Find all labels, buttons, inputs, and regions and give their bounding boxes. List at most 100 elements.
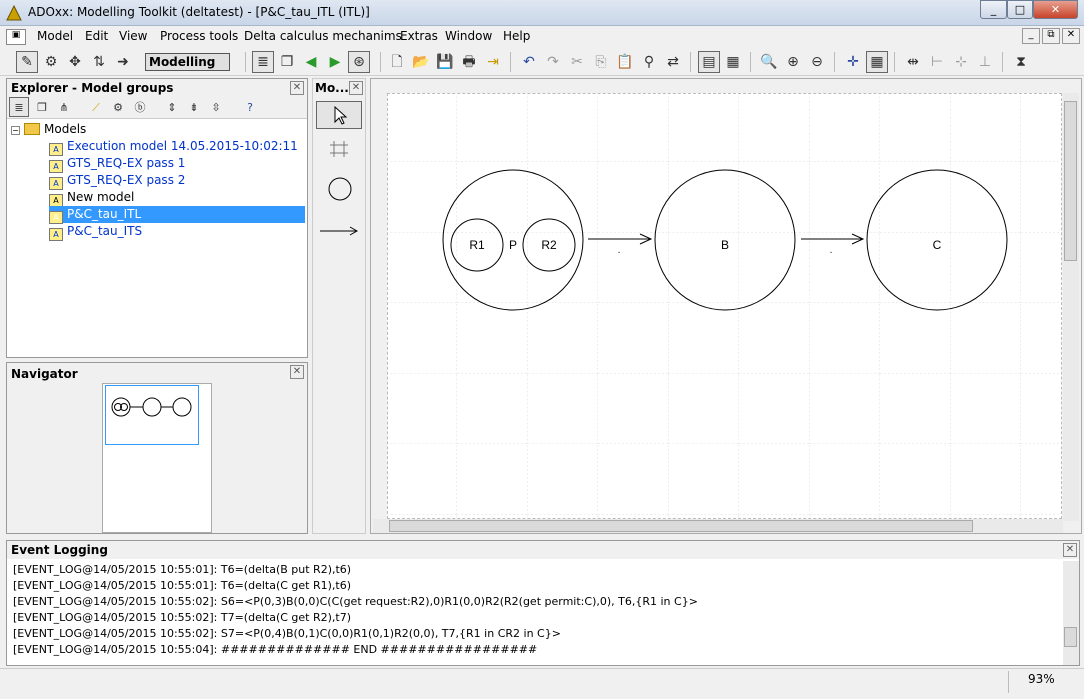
- open-folder-icon[interactable]: 📂: [410, 51, 432, 73]
- maximize-button[interactable]: □: [1007, 0, 1033, 19]
- edge-tool[interactable]: [316, 217, 362, 245]
- explorer-close-button[interactable]: ✕: [290, 81, 304, 95]
- graphic-view-icon[interactable]: ▤: [698, 51, 720, 73]
- grid-icon[interactable]: ▦: [866, 51, 888, 73]
- mdi-minimize-button[interactable]: _: [1022, 28, 1040, 44]
- copy-icon[interactable]: ⎘: [590, 51, 612, 73]
- menu-process-tools[interactable]: Process tools: [160, 29, 238, 43]
- mdi-close-button[interactable]: ✕: [1062, 28, 1080, 44]
- doc-icon[interactable]: ▣: [6, 29, 26, 45]
- tree-item-pc-tau-its[interactable]: A P&C_tau_ITS: [49, 223, 142, 241]
- log-line: [EVENT_LOG@14/05/2015 10:55:02]: S6=<P(0…: [13, 595, 698, 608]
- windows-view-icon[interactable]: ❐: [31, 97, 53, 119]
- horizontal-scrollbar[interactable]: [373, 519, 1063, 533]
- menu-view[interactable]: View: [119, 29, 147, 43]
- collapse-toggle-icon[interactable]: −: [11, 126, 20, 135]
- vertical-scroll-thumb[interactable]: [1064, 101, 1077, 261]
- align-horizontal-icon[interactable]: ⇹: [902, 51, 924, 73]
- zoom-out-icon[interactable]: ⊖: [806, 51, 828, 73]
- tree-item-pc-tau-itl[interactable]: A P&C_tau_ITL: [49, 206, 305, 224]
- menu-window[interactable]: Window: [445, 29, 492, 43]
- export-icon[interactable]: ⇥: [482, 51, 504, 73]
- folder-icon: [24, 123, 40, 135]
- find-icon[interactable]: ⚲: [638, 51, 660, 73]
- cut-icon[interactable]: ✂: [566, 51, 588, 73]
- edge-label: .: [830, 246, 833, 256]
- log-scroll-thumb[interactable]: [1064, 627, 1077, 647]
- modelling-palette: Mo... ✕: [312, 78, 366, 534]
- zoom-icon[interactable]: 🔍: [758, 51, 780, 73]
- model-icon: A: [49, 228, 63, 241]
- help-icon[interactable]: ?: [239, 97, 261, 119]
- mode-selector[interactable]: Modelling: [145, 53, 230, 71]
- log-line: [EVENT_LOG@14/05/2015 10:55:04]: #######…: [13, 643, 538, 656]
- paste-icon[interactable]: 📋: [614, 51, 636, 73]
- list-view-icon[interactable]: ≣: [9, 97, 29, 117]
- relations-icon[interactable]: ⟋: [85, 97, 107, 119]
- tree-view-icon[interactable]: ⋔: [53, 97, 75, 119]
- menu-help[interactable]: Help: [503, 29, 530, 43]
- align-center-icon[interactable]: ⊹: [950, 51, 972, 73]
- navigator-close-button[interactable]: ✕: [290, 365, 304, 379]
- circle-icon: [328, 177, 352, 201]
- analysis-icon[interactable]: ✥: [64, 51, 86, 73]
- modelling-mode-icon[interactable]: ✎: [16, 51, 38, 73]
- windows-icon[interactable]: ❐: [276, 51, 298, 73]
- mdi-restore-button[interactable]: ⧉: [1042, 28, 1060, 44]
- menu-model[interactable]: Model: [37, 29, 73, 43]
- edge-label: .: [618, 246, 621, 256]
- close-button[interactable]: ✕: [1033, 0, 1078, 19]
- forward-icon[interactable]: ▶: [324, 51, 346, 73]
- attributes-icon[interactable]: ⓑ: [129, 97, 151, 119]
- menu-delta-calculus[interactable]: Delta calculus mechanims: [244, 29, 402, 43]
- log-line: [EVENT_LOG@14/05/2015 10:55:02]: S7=<P(0…: [13, 627, 561, 640]
- import-icon[interactable]: ➜: [112, 51, 134, 73]
- hierarchy-icon[interactable]: ⇅: [88, 51, 110, 73]
- menu-edit[interactable]: Edit: [85, 29, 108, 43]
- event-log-close-button[interactable]: ✕: [1063, 543, 1077, 557]
- tree-item-gts-pass-1[interactable]: A GTS_REQ-EX pass 1: [49, 155, 185, 173]
- hourglass-icon[interactable]: ⧗: [1010, 51, 1032, 73]
- tree-item-gts-pass-2[interactable]: A GTS_REQ-EX pass 2: [49, 172, 185, 190]
- node-tool[interactable]: [316, 175, 362, 203]
- horizontal-scroll-thumb[interactable]: [389, 520, 973, 532]
- navigator-preview[interactable]: [102, 383, 212, 533]
- zoom-level: 93%: [1028, 672, 1055, 686]
- minimize-button[interactable]: _: [980, 0, 1007, 19]
- redo-icon[interactable]: ↷: [542, 51, 564, 73]
- vertical-scrollbar[interactable]: [1063, 93, 1079, 521]
- group-icon[interactable]: ⚙: [107, 97, 129, 119]
- node-r1-label: R1: [469, 238, 485, 252]
- sort-icon[interactable]: ⇳: [205, 97, 227, 119]
- align-left-icon[interactable]: ⊢: [926, 51, 948, 73]
- tree-root-label: Models: [44, 122, 87, 136]
- undo-icon[interactable]: ↶: [518, 51, 540, 73]
- back-icon[interactable]: ◀: [300, 51, 322, 73]
- navigate-icon[interactable]: ⊛: [348, 51, 370, 73]
- print-icon[interactable]: 🖶: [458, 51, 480, 73]
- collapse-icon[interactable]: ⇟: [183, 97, 205, 119]
- palette-close-button[interactable]: ✕: [349, 81, 363, 95]
- select-tool[interactable]: [316, 101, 362, 129]
- crosshair-icon[interactable]: ✛: [842, 51, 864, 73]
- database-icon[interactable]: ≣: [252, 51, 274, 73]
- replace-icon[interactable]: ⇄: [662, 51, 684, 73]
- tree-item-execution-model[interactable]: A Execution model 14.05.2015-10:02:11: [49, 138, 298, 156]
- new-icon[interactable]: 🗋: [386, 51, 408, 73]
- align-vertical-icon[interactable]: ⊥: [974, 51, 996, 73]
- model-canvas[interactable]: R1 R2 P . B . C: [387, 93, 1062, 519]
- log-line: [EVENT_LOG@14/05/2015 10:55:01]: T6=(del…: [13, 579, 352, 592]
- zoom-in-icon[interactable]: ⊕: [782, 51, 804, 73]
- model-tools-icon[interactable]: ⚙: [40, 51, 62, 73]
- tree-item-new-model[interactable]: A New model: [49, 189, 134, 207]
- save-icon[interactable]: 💾: [434, 51, 456, 73]
- swimlane-tool[interactable]: [316, 135, 362, 163]
- grid-tool-icon: [330, 141, 348, 157]
- explorer-panel: Explorer - Model groups ✕ ≣ ❐ ⋔ ⟋ ⚙ ⓑ ⇕ …: [6, 78, 308, 358]
- expand-icon[interactable]: ⇕: [161, 97, 183, 119]
- tree-root[interactable]: − Models: [11, 121, 86, 138]
- log-scrollbar[interactable]: [1063, 561, 1079, 665]
- table-view-icon[interactable]: ▦: [722, 51, 744, 73]
- app-logo-icon: [6, 4, 22, 21]
- menu-extras[interactable]: Extras: [400, 29, 438, 43]
